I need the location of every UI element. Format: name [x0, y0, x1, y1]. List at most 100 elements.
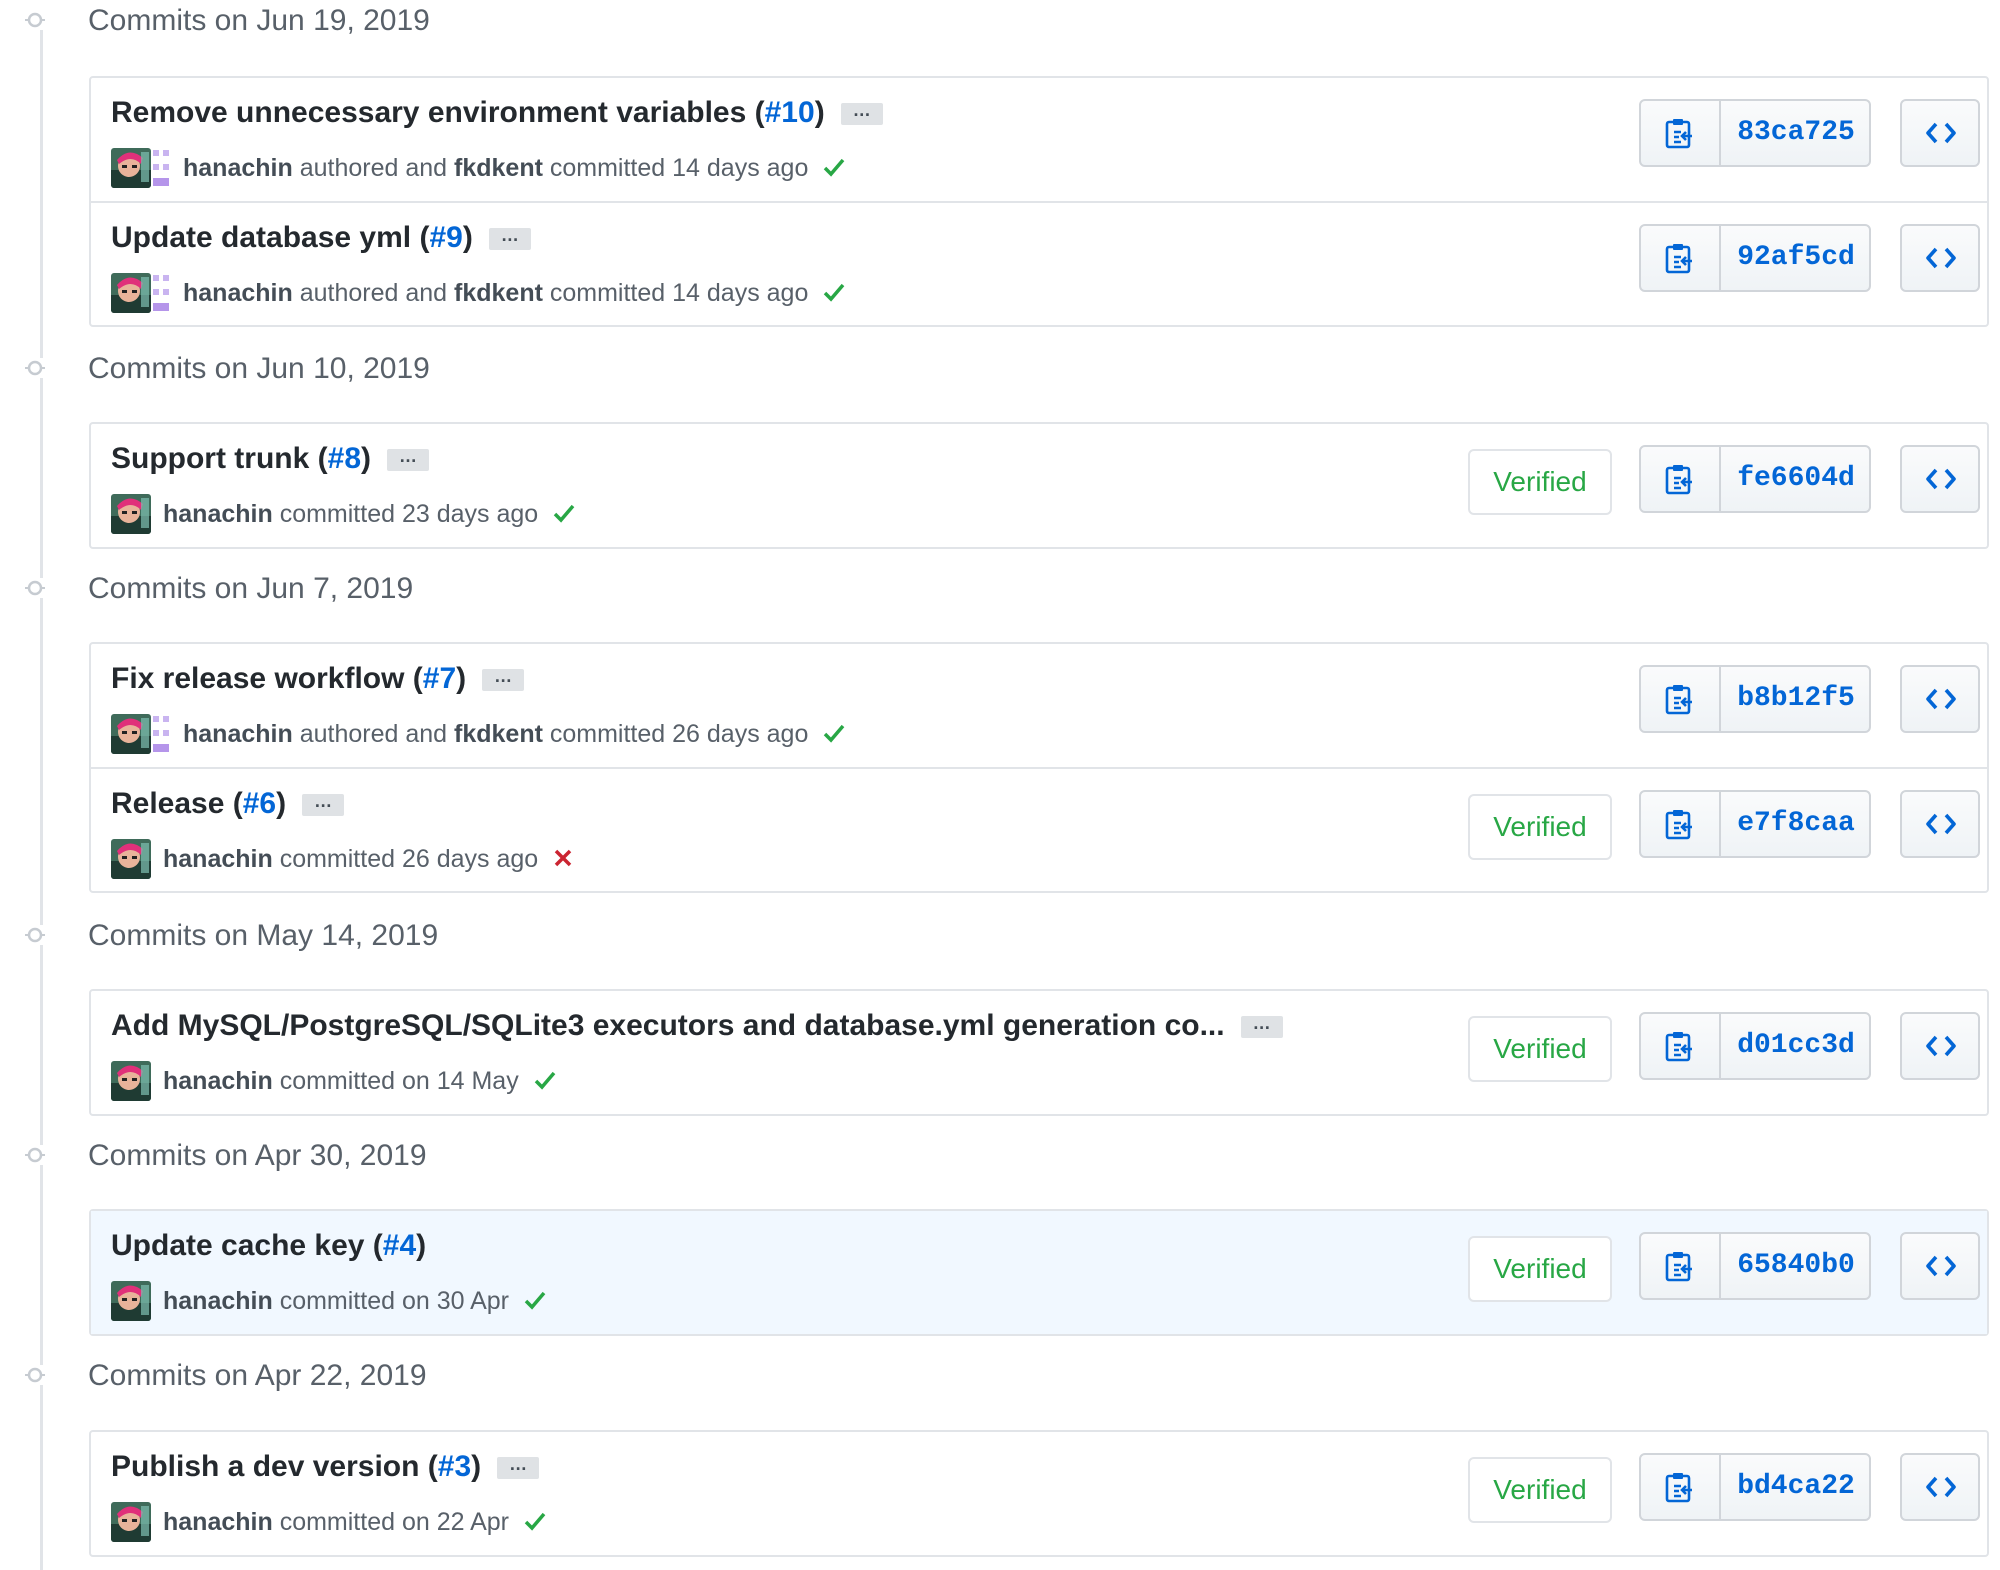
check-icon[interactable] [534, 1068, 556, 1097]
author-avatar[interactable] [111, 1502, 151, 1542]
browse-repo-button[interactable] [1900, 224, 1980, 292]
commit-group-header: Commits on Apr 30, 2019 [0, 1135, 2000, 1175]
expand-message-button[interactable]: … [387, 447, 430, 472]
commit-message[interactable]: Add MySQL/PostgreSQL/SQLite3 executors a… [111, 1009, 1283, 1043]
commit-sha-link[interactable]: 83ca725 [1721, 101, 1871, 165]
commit-title[interactable]: Support trunk ( [111, 442, 328, 475]
author-link[interactable]: hanachin [163, 845, 273, 873]
commit-row: Fix release workflow (#7) … hanachin auth… [91, 644, 1987, 767]
commit-message[interactable]: Publish a dev version (#3)… [111, 1450, 540, 1484]
expand-message-button[interactable]: … [840, 101, 883, 126]
verified-badge[interactable]: Verified [1468, 1236, 1612, 1302]
author-avatar[interactable] [111, 273, 151, 313]
commit-title[interactable]: Update database yml ( [111, 221, 429, 254]
commit-title[interactable]: Add MySQL/PostgreSQL/SQLite3 executors a… [111, 1009, 1225, 1042]
author-link[interactable]: hanachin [163, 1067, 273, 1095]
pull-request-link[interactable]: #10 [765, 96, 815, 129]
commit-title[interactable]: Fix release workflow ( [111, 662, 423, 695]
commit-title[interactable]: Update cache key ( [111, 1229, 383, 1262]
check-icon[interactable] [823, 721, 845, 750]
expand-message-button[interactable]: … [482, 667, 525, 692]
browse-repo-button[interactable] [1900, 790, 1980, 858]
copy-sha-button[interactable] [1641, 1234, 1721, 1298]
pull-request-link[interactable]: #6 [243, 787, 276, 820]
commit-title-suffix: ) [814, 96, 825, 129]
expand-message-button[interactable]: … [497, 1455, 540, 1480]
commit-message[interactable]: Update cache key (#4) [111, 1229, 426, 1263]
committer-link[interactable]: fkdkent [454, 154, 543, 182]
committer-link[interactable]: fkdkent [454, 279, 543, 307]
browse-repo-button[interactable] [1900, 1453, 1980, 1521]
commit-sha-link[interactable]: e7f8caa [1721, 792, 1871, 856]
commit-row: Remove unnecessary environment variables… [91, 78, 1987, 201]
verified-badge[interactable]: Verified [1468, 1016, 1612, 1082]
pull-request-link[interactable]: #7 [423, 662, 456, 695]
copy-sha-button[interactable] [1641, 226, 1721, 290]
verified-badge[interactable]: Verified [1468, 1457, 1612, 1523]
author-avatar[interactable] [111, 148, 151, 188]
commit-sha-link[interactable]: bd4ca22 [1721, 1455, 1871, 1519]
author-link[interactable]: hanachin [183, 154, 293, 182]
commit-message[interactable]: Fix release workflow (#7)… [111, 662, 525, 696]
expand-message-button[interactable]: … [302, 792, 345, 817]
author-avatar[interactable] [111, 839, 151, 879]
commit-title-suffix: ) [361, 442, 372, 475]
copy-sha-button[interactable] [1641, 101, 1721, 165]
commit-sha-link[interactable]: fe6604d [1721, 447, 1871, 511]
author-link[interactable]: hanachin [163, 1287, 273, 1315]
commit-group-header: Commits on May 14, 2019 [0, 915, 2000, 955]
browse-repo-button[interactable] [1900, 1232, 1980, 1300]
x-icon[interactable] [553, 846, 573, 875]
commit-message[interactable]: Remove unnecessary environment variables… [111, 96, 883, 130]
committer-avatar[interactable] [151, 273, 171, 313]
copy-sha-button[interactable] [1641, 1455, 1721, 1519]
pull-request-link[interactable]: #4 [383, 1229, 416, 1262]
check-icon[interactable] [823, 280, 845, 309]
check-icon[interactable] [524, 1288, 546, 1317]
git-commit-icon [25, 1365, 45, 1385]
pull-request-link[interactable]: #9 [429, 221, 462, 254]
commit-title[interactable]: Release ( [111, 787, 243, 820]
verified-badge[interactable]: Verified [1468, 794, 1612, 860]
expand-message-button[interactable]: … [488, 226, 531, 251]
pull-request-link[interactable]: #8 [328, 442, 361, 475]
commit-title[interactable]: Remove unnecessary environment variables… [111, 96, 765, 129]
copy-sha-button[interactable] [1641, 1014, 1721, 1078]
browse-repo-button[interactable] [1900, 99, 1980, 167]
author-link[interactable]: hanachin [163, 1508, 273, 1536]
commit-sha-link[interactable]: d01cc3d [1721, 1014, 1871, 1078]
expand-message-button[interactable]: … [1240, 1014, 1283, 1039]
author-avatar[interactable] [111, 714, 151, 754]
committer-avatar[interactable] [151, 714, 171, 754]
browse-repo-button[interactable] [1900, 445, 1980, 513]
commit-title[interactable]: Publish a dev version ( [111, 1450, 438, 1483]
committer-link[interactable]: fkdkent [454, 720, 543, 748]
pull-request-link[interactable]: #3 [438, 1450, 471, 1483]
author-avatar[interactable] [111, 1281, 151, 1321]
check-icon[interactable] [553, 501, 575, 530]
commit-message[interactable]: Support trunk (#8) … [111, 442, 430, 476]
committer-avatar[interactable] [151, 148, 171, 188]
author-link[interactable]: hanachin [183, 279, 293, 307]
author-link[interactable]: hanachin [183, 720, 293, 748]
check-icon[interactable] [524, 1509, 546, 1538]
copy-sha-button[interactable] [1641, 792, 1721, 856]
commit-time: committed on 22 Apr [279, 1508, 509, 1536]
commit-message[interactable]: Release (#6)… [111, 787, 345, 821]
commit-group: Remove unnecessary environment variables… [89, 76, 1989, 327]
copy-sha-button[interactable] [1641, 667, 1721, 731]
commit-sha-link[interactable]: 92af5cd [1721, 226, 1871, 290]
timeline-line [40, 30, 43, 1570]
commit-sha-link[interactable]: 65840b0 [1721, 1234, 1871, 1298]
browse-repo-button[interactable] [1900, 665, 1980, 733]
author-avatar[interactable] [111, 1061, 151, 1101]
commit-message[interactable]: Update database yml (#9)… [111, 221, 531, 255]
check-icon[interactable] [823, 155, 845, 184]
commit-sha-link[interactable]: b8b12f5 [1721, 667, 1871, 731]
commit-meta-text: hanachin authored and fkdkent committed … [183, 720, 845, 750]
browse-repo-button[interactable] [1900, 1012, 1980, 1080]
author-link[interactable]: hanachin [163, 500, 273, 528]
copy-sha-button[interactable] [1641, 447, 1721, 511]
author-avatar[interactable] [111, 494, 151, 534]
verified-badge[interactable]: Verified [1468, 449, 1612, 515]
